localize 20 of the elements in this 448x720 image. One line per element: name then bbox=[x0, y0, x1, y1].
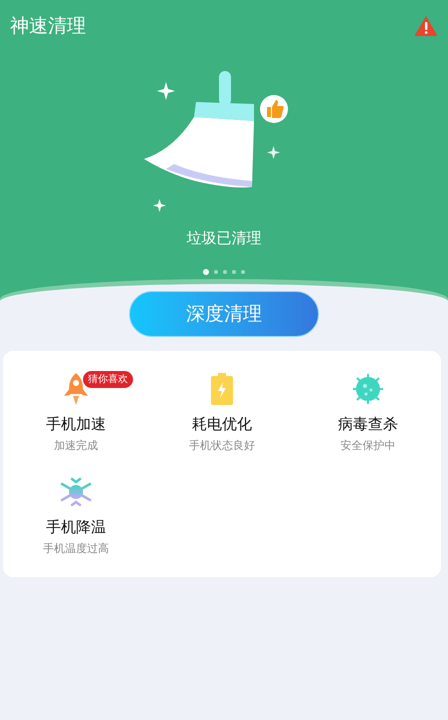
tool-title: 手机加速 bbox=[46, 414, 106, 435]
tool-title: 耗电优化 bbox=[192, 414, 252, 435]
rocket-icon bbox=[63, 372, 89, 406]
virus-icon bbox=[352, 373, 384, 405]
tool-subtitle: 手机状态良好 bbox=[189, 438, 255, 454]
tool-item[interactable]: 病毒查杀 安全保护中 bbox=[295, 371, 441, 454]
tool-subtitle: 手机温度过高 bbox=[43, 540, 109, 556]
status-text: 垃圾已清理 bbox=[186, 228, 262, 248]
tool-subtitle: 加速完成 bbox=[54, 438, 98, 454]
app-title: 神速清理 bbox=[10, 14, 86, 39]
tool-title: 手机降温 bbox=[46, 517, 106, 538]
warning-icon[interactable] bbox=[414, 15, 438, 38]
recommend-badge: 猜你喜欢 bbox=[83, 371, 133, 388]
tool-title: 病毒查杀 bbox=[338, 414, 398, 435]
tool-item[interactable]: 猜你喜欢 手机加速 加速完成 bbox=[3, 371, 149, 454]
battery-icon bbox=[210, 373, 234, 405]
tool-subtitle: 安全保护中 bbox=[340, 438, 396, 454]
tool-item[interactable]: 耗电优化 手机状态良好 bbox=[149, 371, 295, 454]
snowflake-icon bbox=[59, 475, 93, 509]
tool-item[interactable]: 手机降温 手机温度过高 bbox=[3, 474, 149, 557]
